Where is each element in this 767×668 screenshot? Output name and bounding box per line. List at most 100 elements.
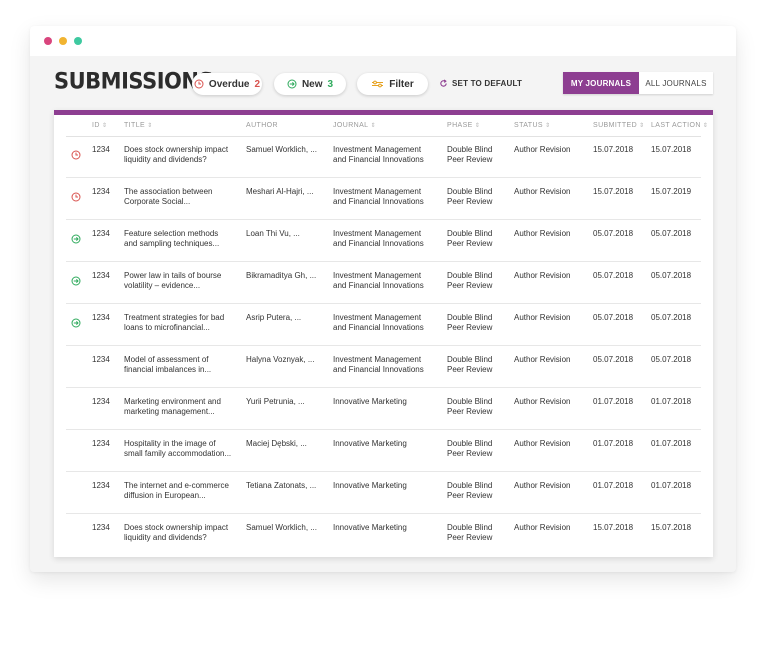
cell-submitted: 01.07.2018 (593, 397, 634, 406)
cell-status: Author Revision (514, 271, 571, 280)
cell-submitted: 15.07.2018 (593, 145, 634, 154)
arrow-right-circle-icon (287, 79, 297, 89)
set-to-default-label: SET TO DEFAULT (452, 79, 523, 88)
cell-journal: Innovative Marketing (333, 481, 407, 490)
app-window: SUBMISSIONS Overdue 2 New 3 Filter SET T… (30, 26, 736, 572)
cell-submitted: 05.07.2018 (593, 313, 634, 322)
cell-submitted: 15.07.2018 (593, 187, 634, 196)
table-row[interactable]: 1234 The association between Corporate So… (66, 178, 701, 220)
cell-title[interactable]: The association between Corporate Social.… (124, 187, 213, 207)
column-header-author[interactable]: AUTHOR (246, 122, 278, 129)
sort-icon: ⇕ (544, 123, 551, 129)
cell-last-action: 05.07.2018 (651, 355, 692, 364)
cell-id: 1234 (92, 229, 110, 238)
cell-id: 1234 (92, 313, 110, 322)
filter-label: Filter (389, 78, 414, 90)
cell-status: Author Revision (514, 439, 571, 448)
reset-icon (440, 79, 447, 87)
table-row[interactable]: 1234 The internet and e-commerce diffusio… (66, 472, 701, 514)
cell-phase: Double Blind Peer Review (447, 523, 493, 542)
arrow-right-circle-icon (71, 318, 81, 328)
cell-title[interactable]: Treatment strategies for bad loans to mic… (124, 313, 224, 333)
table-row[interactable]: 1234 Does stock ownership impact liquidit… (66, 136, 701, 178)
sort-icon: ⇕ (147, 123, 153, 129)
cell-status: Author Revision (514, 355, 571, 364)
arrow-right-circle-icon (71, 276, 81, 286)
clock-icon (71, 150, 81, 160)
table-row[interactable]: 1234 Model of assessment of financial imb… (66, 346, 701, 388)
tab-my-journals[interactable]: MY JOURNALS (563, 72, 639, 94)
cell-last-action: 15.07.2018 (651, 523, 692, 532)
cell-last-action: 01.07.2018 (651, 439, 692, 448)
overdue-status-icon (71, 147, 81, 160)
cell-id: 1234 (92, 145, 110, 154)
set-to-default-link[interactable]: SET TO DEFAULT (439, 79, 522, 88)
cell-journal: Innovative Marketing (333, 397, 407, 406)
column-header-status[interactable]: STATUS ⇕ (514, 122, 550, 129)
column-header-phase[interactable]: PHASE ⇕ (447, 122, 480, 129)
cell-title[interactable]: Does stock ownership impact liquidity and… (124, 523, 228, 543)
cell-submitted: 05.07.2018 (593, 271, 634, 280)
cell-title[interactable]: Marketing environment and marketing manag… (124, 397, 221, 417)
window-close-dot[interactable] (44, 37, 52, 45)
table-row[interactable]: 1234 Treatment strategies for bad loans t… (66, 304, 701, 346)
tab-all-journals[interactable]: ALL JOURNALS (639, 72, 713, 94)
cell-author: Asrip Putera, ... (246, 313, 302, 322)
column-header-journal[interactable]: JOURNAL ⇕ (333, 122, 376, 129)
cell-phase: Double Blind Peer Review (447, 313, 493, 332)
cell-phase: Double Blind Peer Review (447, 397, 493, 416)
table-row[interactable]: 1234 Marketing environment and marketing … (66, 388, 701, 430)
cell-title[interactable]: Does stock ownership impact liquidity and… (124, 145, 228, 165)
cell-title[interactable]: Hospitality in the image of small family … (124, 439, 231, 459)
cell-id: 1234 (92, 481, 110, 490)
cell-id: 1234 (92, 271, 110, 280)
sliders-icon (372, 80, 384, 88)
cell-phase: Double Blind Peer Review (447, 271, 493, 290)
cell-status: Author Revision (514, 397, 571, 406)
sort-icon: ⇕ (639, 123, 645, 129)
cell-last-action: 15.07.2018 (651, 145, 692, 154)
column-header-last-action[interactable]: LAST ACTION ⇕ (651, 122, 708, 129)
cell-status: Author Revision (514, 229, 571, 238)
overdue-filter-button[interactable]: Overdue 2 (192, 73, 262, 95)
table-header: ID ⇕ TITLE ⇕ AUTHOR JOURNAL ⇕ PHASE ⇕ STATUS… (66, 115, 708, 137)
window-maximize-dot[interactable] (74, 37, 82, 45)
cell-phase: Double Blind Peer Review (447, 439, 493, 458)
new-filter-button[interactable]: New 3 (274, 73, 346, 95)
cell-title[interactable]: Model of assessment of financial imbalanc… (124, 355, 211, 375)
clock-icon (71, 192, 81, 202)
cell-submitted: 05.07.2018 (593, 355, 634, 364)
cell-title[interactable]: Power law in tails of bourse volatility –… (124, 271, 221, 291)
cell-phase: Double Blind Peer Review (447, 355, 493, 374)
cell-journal: Investment Management and Financial Innov… (333, 145, 424, 164)
cell-submitted: 05.07.2018 (593, 229, 634, 238)
column-header-id[interactable]: ID ⇕ (92, 122, 107, 129)
cell-last-action: 01.07.2018 (651, 397, 692, 406)
table-row[interactable]: 1234 Does stock ownership impact liquidit… (66, 514, 701, 555)
cell-status: Author Revision (514, 481, 571, 490)
cell-id: 1234 (92, 355, 110, 364)
overdue-count: 2 (254, 78, 261, 90)
cell-submitted: 15.07.2018 (593, 523, 634, 532)
cell-title[interactable]: The internet and e-commerce diffusion in … (124, 481, 229, 501)
cell-submitted: 01.07.2018 (593, 481, 634, 490)
cell-author: Samuel Worklich, ... (246, 523, 317, 532)
column-header-title[interactable]: TITLE ⇕ (124, 122, 153, 129)
cell-author: Yurii Petrunia, ... (246, 397, 305, 406)
column-header-submitted[interactable]: SUBMITTED ⇕ (593, 122, 644, 129)
table-row[interactable]: 1234 Hospitality in the image of small fa… (66, 430, 701, 472)
cell-title[interactable]: Feature selection methods and sampling te… (124, 229, 219, 249)
cell-id: 1234 (92, 439, 110, 448)
window-titlebar (30, 26, 736, 56)
table-row[interactable]: 1234 Power law in tails of bourse volatil… (66, 262, 701, 304)
cell-phase: Double Blind Peer Review (447, 481, 493, 500)
cell-journal: Investment Management and Financial Innov… (333, 313, 424, 332)
window-minimize-dot[interactable] (59, 37, 67, 45)
table-row[interactable]: 1234 Feature selection methods and sampli… (66, 220, 701, 262)
new-status-icon (71, 273, 81, 286)
cell-status: Author Revision (514, 313, 571, 322)
filter-button[interactable]: Filter (357, 73, 428, 95)
cell-journal: Investment Management and Financial Innov… (333, 229, 424, 248)
cell-author: Bikramaditya Gh, ... (246, 271, 317, 280)
sort-icon: ⇕ (474, 123, 481, 129)
